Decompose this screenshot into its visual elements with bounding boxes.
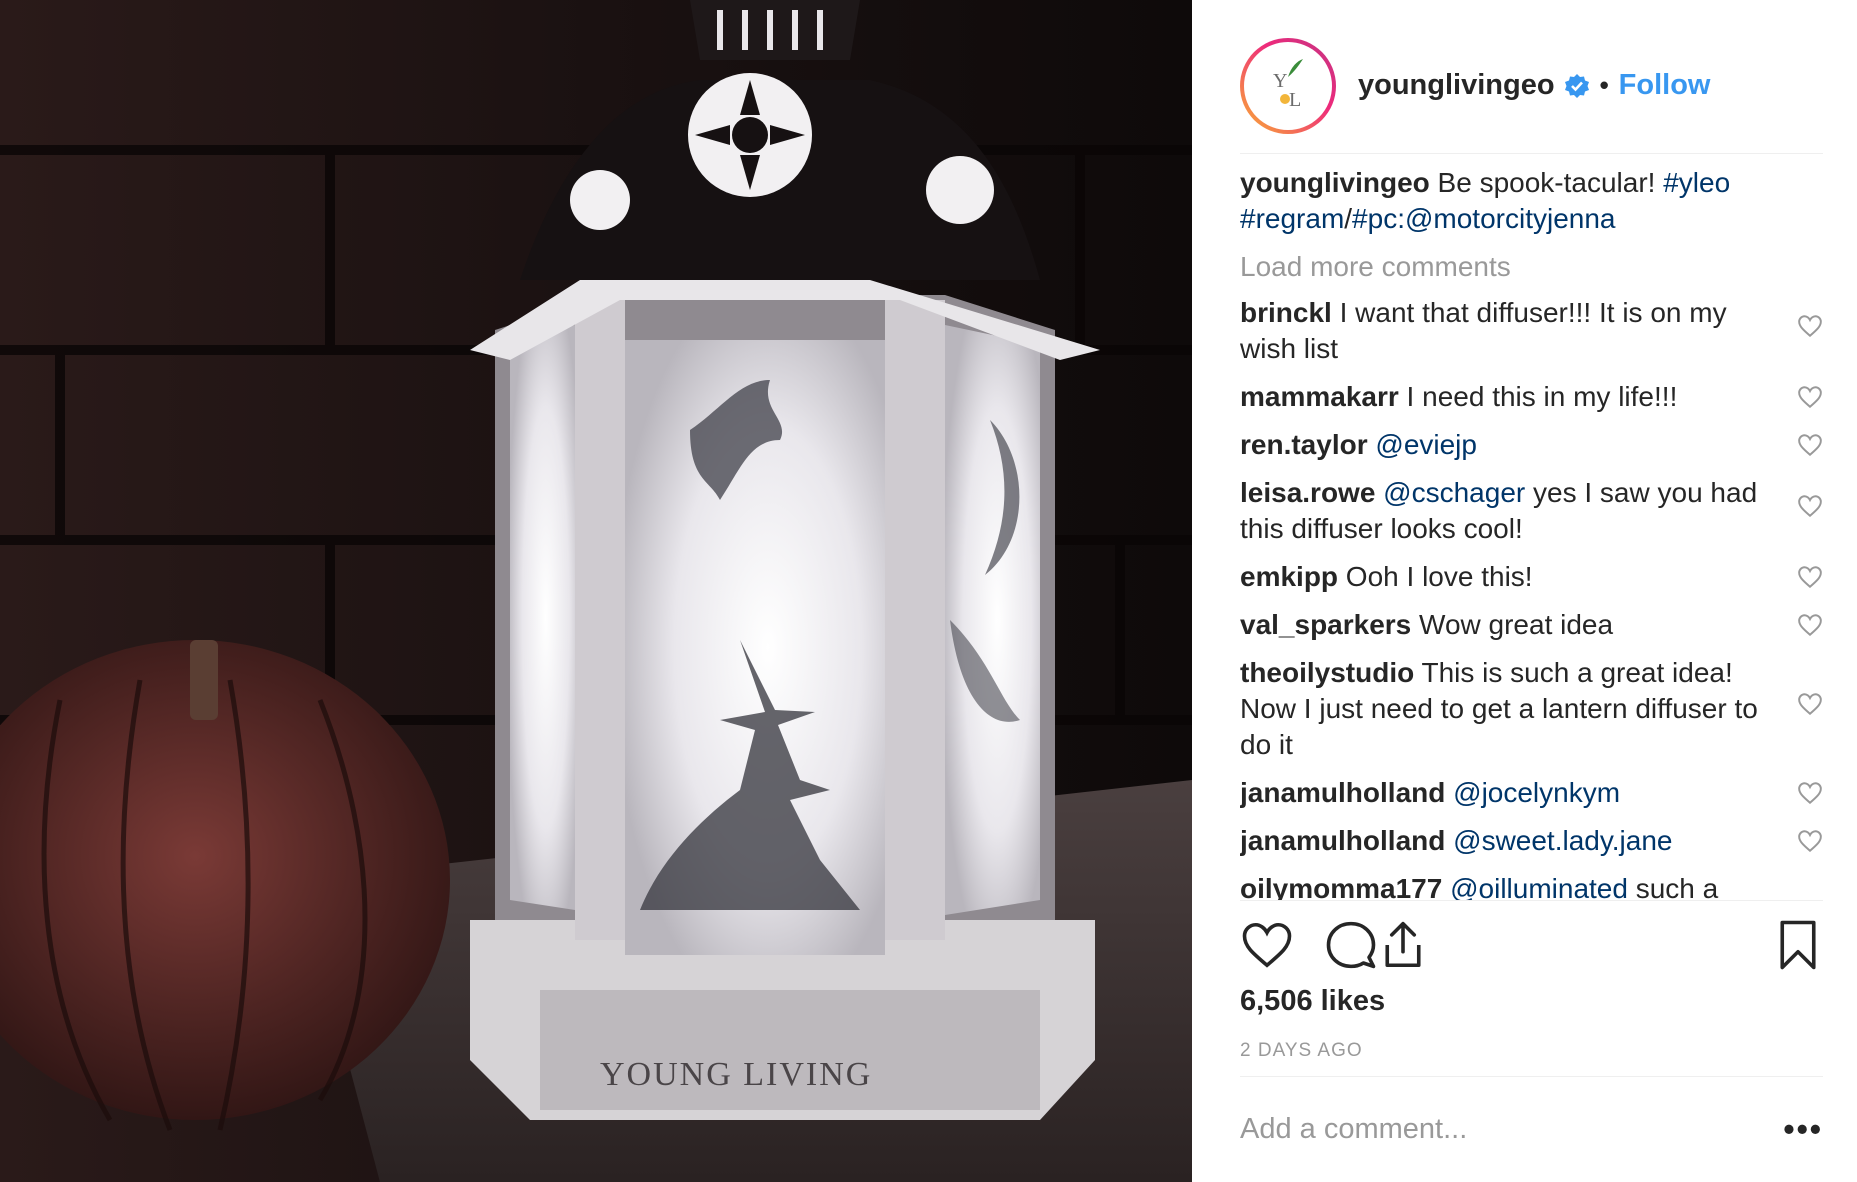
comment-item: oilymomma177 @oilluminated such a: [1240, 871, 1823, 900]
follow-button[interactable]: Follow: [1619, 69, 1711, 102]
hashtag-link[interactable]: #regram: [1240, 203, 1344, 234]
comment-item: brinckl I want that diffuser!!! It is on…: [1240, 295, 1823, 367]
comment-mention[interactable]: @oilluminated: [1442, 873, 1628, 900]
young-living-logo: Y L: [1244, 41, 1332, 130]
comment-username[interactable]: oilymomma177: [1240, 873, 1442, 900]
avatar-letter-l: L: [1289, 89, 1301, 111]
hashtag-link[interactable]: #yleo: [1663, 167, 1730, 198]
actions-divider: [1240, 900, 1823, 901]
comment-bubble-icon[interactable]: [1324, 918, 1378, 972]
comment-username[interactable]: theoilystudio: [1240, 657, 1414, 688]
comment-item: ren.taylor @eviejp: [1240, 427, 1823, 463]
comment-mention[interactable]: @cschager: [1375, 477, 1525, 508]
heart-icon[interactable]: [1797, 828, 1823, 854]
heart-icon[interactable]: [1797, 612, 1823, 638]
post-actions: [1240, 918, 1823, 978]
verified-badge-icon: [1564, 73, 1589, 98]
comment-username[interactable]: emkipp: [1240, 561, 1338, 592]
comment-mention[interactable]: @jocelynkym: [1445, 777, 1620, 808]
post-caption: younglivingeo Be spook-tacular! #yleo #r…: [1240, 165, 1823, 237]
comment-item: leisa.rowe @cschager yes I saw you had t…: [1240, 475, 1823, 547]
comment-username[interactable]: janamulholland: [1240, 777, 1445, 808]
bookmark-icon[interactable]: [1771, 918, 1825, 972]
comment-mention[interactable]: @sweet.lady.jane: [1445, 825, 1672, 856]
comment-username[interactable]: brinckl: [1240, 297, 1332, 328]
comment-username[interactable]: mammakarr: [1240, 381, 1399, 412]
more-options-icon[interactable]: •••: [1783, 1111, 1823, 1148]
comment-text: such a: [1627, 873, 1719, 900]
comment-item: emkipp Ooh I love this!: [1240, 559, 1823, 595]
comment-username[interactable]: janamulholland: [1240, 825, 1445, 856]
header-username[interactable]: younglivingeo: [1358, 69, 1555, 102]
comment-mention[interactable]: @eviejp: [1368, 429, 1477, 460]
share-upload-icon[interactable]: [1376, 918, 1430, 972]
likes-count[interactable]: 6,506 likes: [1240, 985, 1385, 1018]
avatar[interactable]: Y L: [1240, 37, 1336, 134]
comment-text: Ooh I love this!: [1338, 561, 1533, 592]
comment-item: janamulholland @sweet.lady.jane: [1240, 823, 1823, 859]
add-comment-input[interactable]: [1240, 1113, 1784, 1146]
comments-list[interactable]: younglivingeo Be spook-tacular! #yleo #r…: [1240, 165, 1823, 900]
heart-icon[interactable]: [1797, 384, 1823, 410]
heart-icon[interactable]: [1797, 780, 1823, 806]
heart-icon[interactable]: [1797, 313, 1823, 339]
leaf-logo-icon: Y L: [1273, 58, 1303, 111]
lantern-diffuser-image: YOUNG LIVING: [0, 0, 1192, 1182]
caption-slash: /: [1344, 203, 1353, 234]
add-comment-row: •••: [1240, 1076, 1823, 1182]
post-side-panel: Y L younglivingeo • Follow younglivingeo…: [1192, 0, 1857, 1182]
comment-item: mammakarr I need this in my life!!!: [1240, 379, 1823, 415]
comment-item: theoilystudio This is such a great idea!…: [1240, 655, 1823, 763]
post-photo[interactable]: YOUNG LIVING: [0, 0, 1192, 1182]
comment-text: Wow great idea: [1411, 609, 1614, 640]
heart-icon[interactable]: [1240, 918, 1294, 972]
comment-text: I need this in my life!!!: [1398, 381, 1678, 412]
comment-item: janamulholland @jocelynkym: [1240, 775, 1823, 811]
hashtag-link[interactable]: #pc:@motorcityjenna: [1352, 203, 1615, 234]
brand-watermark: YOUNG LIVING: [600, 1056, 872, 1093]
caption-text: Be spook-tacular!: [1429, 167, 1664, 198]
header-separator: •: [1599, 70, 1609, 100]
post-header: Y L younglivingeo • Follow: [1240, 18, 1823, 154]
comment-username[interactable]: val_sparkers: [1240, 609, 1411, 640]
heart-icon[interactable]: [1797, 691, 1823, 717]
heart-icon[interactable]: [1797, 493, 1823, 519]
heart-icon[interactable]: [1797, 432, 1823, 458]
post-timestamp[interactable]: 2 DAYS AGO: [1240, 1040, 1363, 1062]
heart-icon[interactable]: [1797, 564, 1823, 590]
comment-username[interactable]: ren.taylor: [1240, 429, 1368, 460]
comment-item: val_sparkers Wow great idea: [1240, 607, 1823, 643]
comment-username[interactable]: leisa.rowe: [1240, 477, 1375, 508]
caption-username[interactable]: younglivingeo: [1240, 167, 1430, 198]
load-more-comments-button[interactable]: Load more comments: [1240, 251, 1823, 283]
avatar-letter-y: Y: [1273, 70, 1287, 92]
